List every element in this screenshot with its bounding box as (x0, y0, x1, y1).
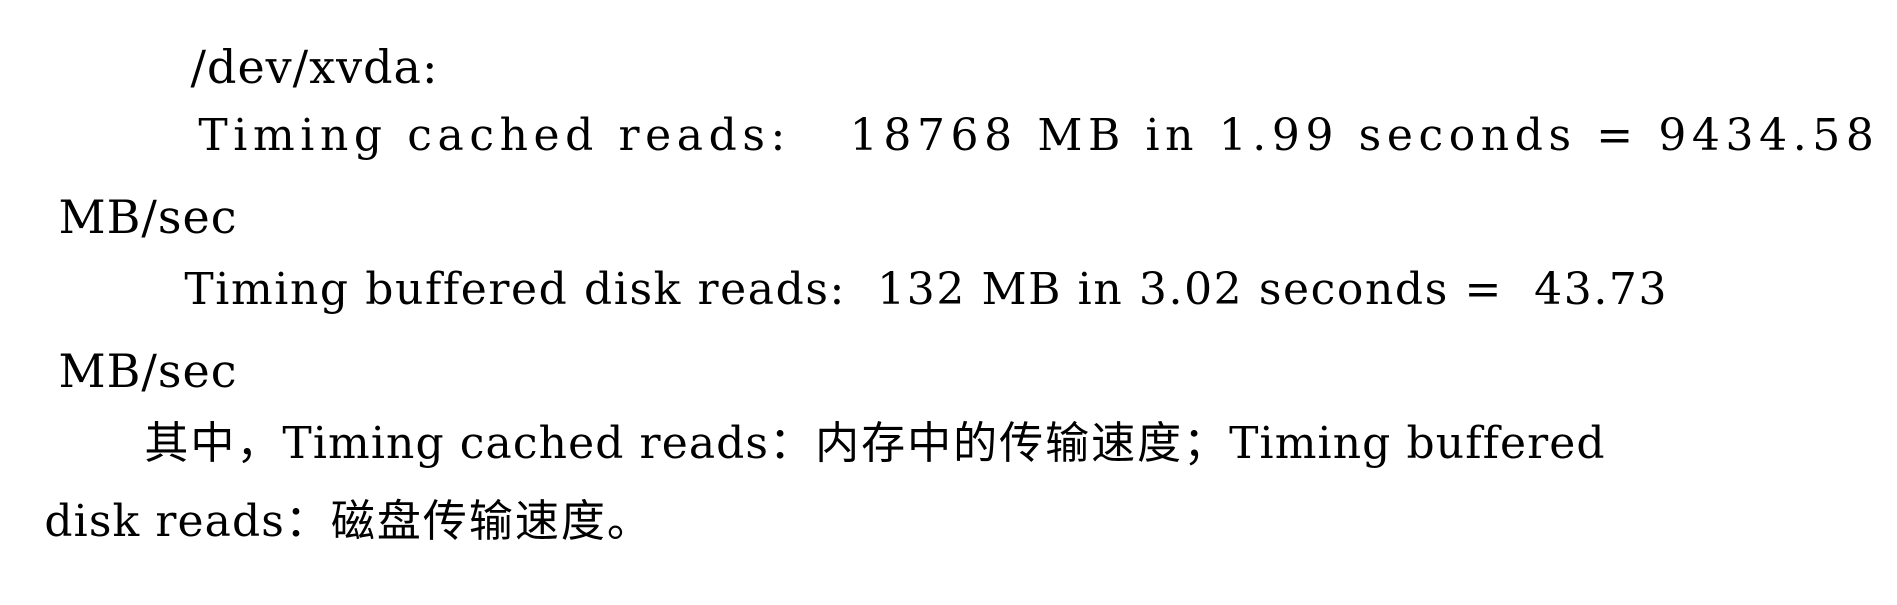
buffered-reads-amount: 132 MB in (877, 264, 1124, 315)
buffered-reads-duration: 3.02 seconds = (1138, 264, 1503, 315)
cached-reads-duration-rate: 1.99 seconds = 9434.58 (1218, 110, 1880, 161)
explanation-term-two-head: Timing buffered (1229, 418, 1606, 469)
buffered-reads-rate: 43.73 (1534, 264, 1669, 315)
cached-reads-amount: 18768 MB in (849, 110, 1200, 161)
document-page: /dev/xvda: Timing cached reads: 18768 MB… (0, 0, 1897, 605)
text-line-explanation-2: disk reads：磁盘传输速度。 (0, 456, 653, 588)
explanation-meaning-one: ：内存中的传输速度； (769, 418, 1230, 469)
buffered-reads-label: Timing buffered disk reads: (184, 264, 846, 315)
explanation-meaning-two: ：磁盘传输速度。 (284, 496, 653, 547)
text-line-cached-reads: Timing cached reads: 18768 MB in 1.99 se… (120, 70, 1880, 202)
text-line-buffered-reads: Timing buffered disk reads: 132 MB in 3.… (122, 224, 1668, 356)
cached-reads-label: Timing cached reads: (198, 110, 791, 161)
explanation-term-two-tail: disk reads (44, 496, 285, 547)
